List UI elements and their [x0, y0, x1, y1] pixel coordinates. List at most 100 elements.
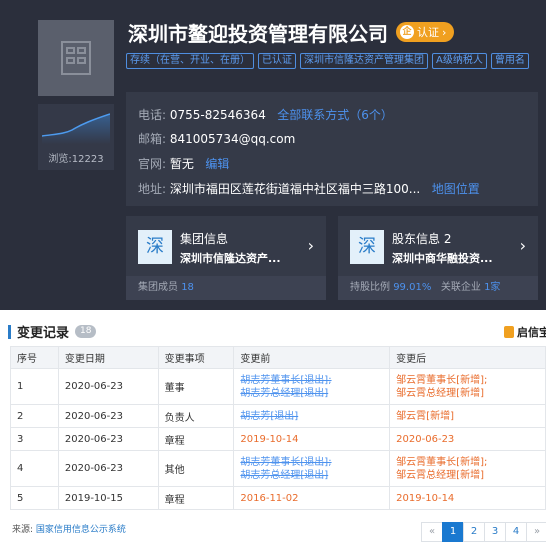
col-before: 变更前 — [233, 346, 391, 369]
before-line: 2016-11-02 — [240, 492, 299, 504]
email-value: 841005734@qq.com — [169, 132, 296, 146]
map-location-link[interactable]: 地图位置 — [432, 182, 480, 196]
cell-item: 负责人 — [157, 404, 235, 428]
cell-no: 2 — [10, 404, 59, 428]
share-ratio-label: 持股比例 — [350, 282, 390, 293]
before-line: 胡志芳总经理[退出] — [240, 469, 329, 481]
table-row: 1 2020-06-23 董事 胡志芳董事长[退出]; 胡志芳总经理[退出] 邹… — [10, 368, 546, 405]
col-item: 变更事项 — [157, 346, 235, 369]
section-accent-bar — [8, 324, 11, 339]
shareholder-card-subtitle: 深圳中商华融投资... — [392, 252, 493, 265]
page-1-button[interactable]: 1 — [442, 522, 464, 542]
contact-panel: 电话: 0755-82546364 全部联系方式（6个） 邮箱: 8410057… — [126, 92, 538, 206]
all-contacts-link[interactable]: 全部联系方式（6个） — [277, 108, 393, 122]
phone-row: 电话: 0755-82546364 全部联系方式（6个） — [138, 106, 393, 123]
website-row: 官网: 暂无 编辑 — [138, 155, 229, 172]
page-prev-button[interactable]: « — [421, 522, 443, 542]
shareholder-card-title: 股东信息 2 — [392, 232, 452, 246]
after-line: 邹云霄[新增] — [396, 410, 454, 422]
table-row: 2 2020-06-23 负责人 胡志芳[退出] 邹云霄[新增] — [10, 404, 546, 428]
table-row: 4 2020-06-23 其他 胡志芳董事长[退出]; 胡志芳总经理[退出] 邹… — [10, 450, 546, 487]
cell-after: 邹云霄董事长[新增]; 邹云霄总经理[新增] — [389, 450, 546, 487]
group-info-card[interactable]: 深 集团信息 深圳市信隆达资产... › 集团成员 18 — [126, 216, 326, 300]
shareholder-info-card[interactable]: 深 股东信息 2 深圳中商华融投资... › 持股比例 99.01% 关联企业 … — [338, 216, 538, 300]
col-no: 序号 — [10, 346, 59, 369]
address-label: 地址: — [138, 182, 167, 196]
data-source: 来源: 国家信用信息公示系统 — [12, 522, 126, 535]
page-2-button[interactable]: 2 — [463, 522, 485, 542]
related-companies-value: 1家 — [484, 282, 501, 293]
company-name: 深圳市鳌迎投资管理有限公司 — [128, 22, 388, 46]
source-link[interactable]: 国家信用信息公示系统 — [36, 525, 126, 535]
cell-date: 2020-06-23 — [57, 427, 159, 451]
cell-before: 2016-11-02 — [233, 486, 391, 510]
source-label: 来源: — [12, 525, 34, 535]
related-companies-label: 关联企业 — [440, 282, 481, 293]
email-row: 邮箱: 841005734@qq.com — [138, 130, 295, 147]
section-title: 变更记录 — [17, 326, 70, 341]
cell-item: 章程 — [157, 486, 235, 510]
email-label: 邮箱: — [138, 132, 167, 146]
cell-before: 胡志芳[退出] — [233, 404, 391, 428]
cell-item: 章程 — [157, 427, 235, 451]
brand-logo: 启信宝 — [504, 324, 546, 340]
cert-badge-icon: 企 — [400, 25, 414, 39]
page-4-button[interactable]: 4 — [505, 522, 527, 542]
tag-former-name[interactable]: 曾用名 — [490, 53, 529, 69]
after-line: 2020-06-23 — [396, 433, 455, 445]
cell-before: 胡志芳董事长[退出]; 胡志芳总经理[退出] — [233, 450, 391, 487]
group-card-title: 集团信息 — [180, 232, 229, 246]
views-count: 浏览:12223 — [48, 154, 104, 165]
table-row: 5 2019-10-15 章程 2016-11-02 2019-10-14 — [10, 486, 546, 510]
before-line: 胡志芳[退出] — [240, 410, 299, 422]
group-card-footer: 集团成员 18 — [126, 276, 326, 300]
cell-no: 3 — [10, 427, 59, 451]
before-line: 胡志芳总经理[退出] — [240, 387, 329, 399]
group-card-subtitle: 深圳市信隆达资产... — [180, 252, 281, 265]
before-line: 胡志芳董事长[退出]; — [240, 456, 332, 468]
cell-date: 2019-10-15 — [57, 486, 159, 510]
chevron-right-icon: › — [307, 236, 314, 255]
shareholder-avatar: 深 — [350, 230, 384, 264]
chevron-right-icon: › — [519, 236, 526, 255]
cell-date: 2020-06-23 — [57, 404, 159, 428]
tag-taxpayer: A级纳税人 — [432, 53, 487, 69]
after-line: 2019-10-14 — [396, 492, 455, 504]
company-tags: 存续（在营、开业、在册） 已认证 深圳市信隆达资产管理集团 A级纳税人 曾用名 — [126, 53, 529, 69]
cell-no: 5 — [10, 486, 59, 510]
cell-after: 2020-06-23 — [389, 427, 546, 451]
cell-item: 董事 — [157, 368, 235, 405]
qixinbao-logo-icon — [504, 326, 514, 338]
change-records-header: 变更记录 18 — [8, 322, 97, 341]
cell-no: 1 — [10, 368, 59, 405]
page-3-button[interactable]: 3 — [484, 522, 506, 542]
cell-item: 其他 — [157, 450, 235, 487]
group-avatar: 深 — [138, 230, 172, 264]
website-value: 暂无 — [169, 157, 194, 171]
brand-name: 启信宝 — [517, 326, 546, 339]
after-line: 邹云霄董事长[新增]; — [396, 456, 488, 468]
company-logo — [38, 20, 114, 96]
address-value: 深圳市福田区莲花街道福中社区福中三路100... — [169, 182, 421, 196]
website-edit-link[interactable]: 编辑 — [205, 157, 229, 171]
address-row: 地址: 深圳市福田区莲花街道福中社区福中三路100... 地图位置 — [138, 180, 480, 197]
phone-value: 0755-82546364 — [169, 108, 266, 122]
cell-after: 邹云霄董事长[新增]; 邹云霄总经理[新增] — [389, 368, 546, 405]
col-date: 变更日期 — [57, 346, 159, 369]
cell-date: 2020-06-23 — [57, 368, 159, 405]
before-line: 胡志芳董事长[退出]; — [240, 374, 332, 386]
website-label: 官网: — [138, 157, 167, 171]
cell-after: 邹云霄[新增] — [389, 404, 546, 428]
change-records-table: 序号 变更日期 变更事项 变更前 变更后 1 2020-06-23 董事 胡志芳… — [10, 346, 546, 510]
cell-no: 4 — [10, 450, 59, 487]
views-box: 浏览:12223 — [38, 104, 114, 170]
page-next-button[interactable]: » — [526, 522, 546, 542]
phone-label: 电话: — [138, 108, 167, 122]
table-header-row: 序号 变更日期 变更事项 变更前 变更后 — [10, 346, 546, 369]
cell-before: 胡志芳董事长[退出]; 胡志芳总经理[退出] — [233, 368, 391, 405]
before-line: 2019-10-14 — [240, 433, 299, 445]
certified-badge[interactable]: 企 认证 › — [396, 22, 455, 42]
tag-group[interactable]: 深圳市信隆达资产管理集团 — [300, 53, 428, 69]
building-icon — [61, 41, 91, 75]
records-count-badge: 18 — [75, 325, 97, 338]
